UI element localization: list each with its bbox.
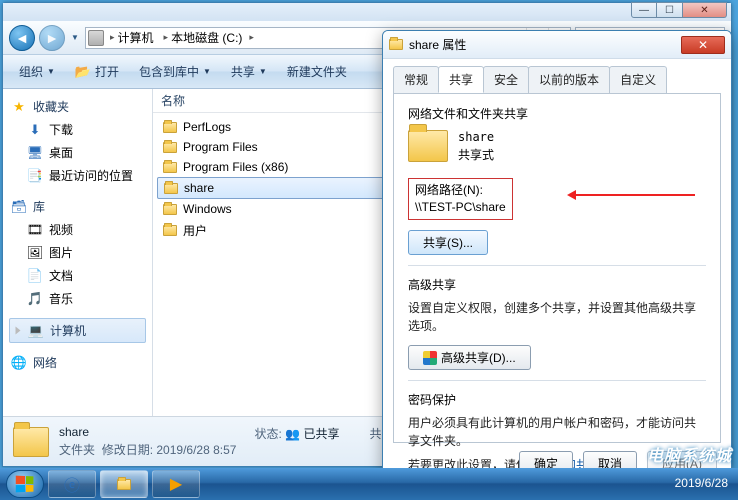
close-button[interactable]: ✕ [683, 2, 727, 18]
details-status-label: 状态: [254, 427, 281, 441]
folder-icon [163, 204, 177, 215]
sidebar-item-recent[interactable]: 📑最近访问的位置 [9, 164, 146, 187]
advanced-desc: 设置自定义权限，创建多个共享，并设置其他高级共享选项。 [408, 299, 706, 335]
forward-button[interactable]: ► [39, 25, 65, 51]
share-button[interactable]: 共享(S)... [408, 230, 488, 255]
history-dropdown[interactable]: ▼ [69, 28, 81, 48]
breadcrumb-computer[interactable]: ▸计算机 [106, 28, 158, 48]
details-name: share [59, 425, 236, 439]
properties-dialog: share 属性 ✕ 常规 共享 安全 以前的版本 自定义 网络文件和文件夹共享… [382, 30, 732, 490]
taskbar-app-ie[interactable]: ⓔ [48, 470, 96, 498]
people-icon: 👥 [285, 427, 300, 441]
open-button[interactable]: 📂打开 [67, 59, 127, 84]
start-button[interactable] [6, 470, 44, 498]
sidebar-item-videos[interactable]: 🎞视频 [9, 218, 146, 241]
dialog-title: share 属性 [409, 36, 466, 53]
tab-previous-versions[interactable]: 以前的版本 [528, 66, 610, 93]
tab-strip: 常规 共享 安全 以前的版本 自定义 [393, 66, 721, 94]
favorites-header[interactable]: ★收藏夹 [9, 95, 146, 118]
computer-icon: 💻 [28, 323, 44, 339]
windows-logo-icon [16, 476, 34, 493]
library-icon: 🗃 [11, 199, 27, 215]
taskbar-clock[interactable]: 2019/6/28 [675, 477, 732, 490]
shield-icon [423, 351, 437, 365]
taskbar: ⓔ ▶ 2019/6/28 [0, 468, 738, 500]
maximize-button[interactable]: ☐ [657, 2, 683, 18]
sidebar-item-network[interactable]: 🌐网络 [9, 351, 146, 374]
video-icon: 🎞 [27, 222, 43, 238]
tab-general[interactable]: 常规 [393, 66, 439, 93]
folder-icon-large [13, 427, 49, 457]
share-name: share [458, 128, 494, 146]
taskbar-app-media[interactable]: ▶ [152, 470, 200, 498]
network-path-box: 网络路径(N): \\TEST-PC\share [408, 178, 513, 220]
section-advanced-title: 高级共享 [408, 276, 706, 293]
folder-icon [163, 225, 177, 236]
desktop-icon: 🖥 [27, 145, 43, 161]
expand-icon[interactable] [16, 327, 21, 335]
new-folder-button[interactable]: 新建文件夹 [279, 59, 355, 84]
network-path-value: \\TEST-PC\share [415, 199, 506, 216]
sidebar-item-pictures[interactable]: 🖼图片 [9, 241, 146, 264]
tab-security[interactable]: 安全 [483, 66, 529, 93]
picture-icon: 🖼 [27, 245, 43, 261]
document-icon: 📄 [27, 268, 43, 284]
folder-icon [389, 39, 403, 50]
folder-icon [117, 479, 131, 490]
annotation-arrow [575, 194, 695, 196]
explorer-titlebar[interactable]: — ☐ ✕ [3, 3, 731, 21]
sidebar-item-downloads[interactable]: ⬇下载 [9, 118, 146, 141]
details-status-value: 已共享 [303, 427, 339, 441]
share-folder-icon [408, 130, 448, 162]
sidebar-item-computer[interactable]: 💻计算机 [9, 318, 146, 343]
taskbar-date: 2019/6/28 [675, 477, 728, 490]
section-password-title: 密码保护 [408, 391, 706, 408]
sidebar-item-music[interactable]: 🎵音乐 [9, 287, 146, 310]
advanced-sharing-button[interactable]: 高级共享(D)... [408, 345, 531, 370]
details-type: 文件夹 [59, 443, 95, 457]
watermark: 电脑系统城 [647, 442, 732, 466]
dialog-close-button[interactable]: ✕ [681, 36, 725, 54]
drive-icon [88, 30, 104, 46]
sidebar-item-desktop[interactable]: 🖥桌面 [9, 141, 146, 164]
details-mod-label: 修改日期: [102, 443, 153, 457]
open-icon: 📂 [75, 64, 91, 80]
taskbar-app-explorer[interactable] [100, 470, 148, 498]
folder-icon [163, 162, 177, 173]
dialog-titlebar[interactable]: share 属性 ✕ [383, 31, 731, 59]
details-mod-value: 2019/6/28 8:57 [156, 443, 236, 457]
folder-icon [163, 142, 177, 153]
share-menu[interactable]: 共享▼ [223, 59, 275, 84]
sidebar-item-documents[interactable]: 📄文档 [9, 264, 146, 287]
section-network-share-title: 网络文件和文件夹共享 [408, 105, 706, 122]
navigation-pane: ★收藏夹 ⬇下载 🖥桌面 📑最近访问的位置 🗃库 🎞视频 🖼图片 📄文档 🎵音乐… [3, 89, 153, 416]
recent-icon: 📑 [27, 168, 43, 184]
tab-content-sharing: 网络文件和文件夹共享 share 共享式 网络路径(N): \\TEST-PC\… [393, 93, 721, 443]
back-button[interactable]: ◄ [9, 25, 35, 51]
network-path-label: 网络路径(N): [415, 182, 506, 199]
breadcrumb-drive[interactable]: ▸本地磁盘 (C:)▸ [160, 28, 258, 48]
tab-customize[interactable]: 自定义 [609, 66, 667, 93]
window-controls: — ☐ ✕ [631, 2, 727, 18]
organize-menu[interactable]: 组织▼ [11, 59, 63, 84]
folder-icon [164, 183, 178, 194]
network-icon: 🌐 [11, 355, 27, 371]
share-status: 共享式 [458, 146, 494, 164]
music-icon: 🎵 [27, 291, 43, 307]
breadcrumb-label: 本地磁盘 (C:) [171, 29, 242, 46]
breadcrumb-label: 计算机 [118, 29, 154, 46]
libraries-header[interactable]: 🗃库 [9, 195, 146, 218]
minimize-button[interactable]: — [631, 2, 657, 18]
tab-sharing[interactable]: 共享 [438, 66, 484, 93]
star-icon: ★ [11, 99, 27, 115]
folder-icon [163, 122, 177, 133]
include-library-menu[interactable]: 包含到库中▼ [131, 59, 219, 84]
download-icon: ⬇ [27, 122, 43, 138]
